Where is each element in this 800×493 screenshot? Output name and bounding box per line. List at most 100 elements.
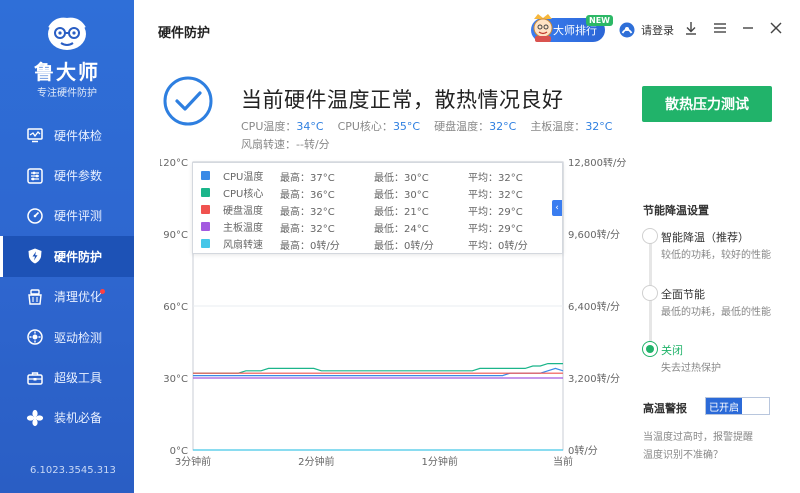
fan-speed-text: 风扇转速：--转/分 (241, 138, 330, 151)
speedometer-icon (26, 207, 44, 225)
sidebar-item-driver-check[interactable]: 驱动检测 (0, 317, 134, 357)
legend-avg: 平均：32°C (468, 190, 523, 201)
toolbox-icon (26, 369, 44, 387)
legend-avg: 平均：29°C (468, 224, 523, 235)
legend-max: 最高：0转/分 (280, 241, 340, 252)
status-temperatures: CPU温度：34°C CPU核心：35°C 硬盘温度：32°C 主板温度：32°C (241, 118, 627, 134)
new-badge: NEW (586, 15, 613, 26)
board-temp-label: 主板温度： (530, 120, 586, 133)
legend-name: 主板温度 (223, 223, 263, 234)
legend-min: 最低：24°C (374, 224, 429, 235)
login-button[interactable]: 请登录 (619, 22, 674, 38)
legend-name: 硬盘温度 (223, 206, 263, 217)
y-right-tick-label: 6,400转/分 (568, 300, 620, 313)
sidebar-item-label: 硬件参数 (54, 169, 103, 184)
legend-row: 风扇转速 (201, 235, 263, 252)
x-tick-label: 3分钟前 (175, 455, 211, 468)
legend-swatch (201, 239, 210, 248)
legend-row: 主板温度 (201, 218, 263, 235)
legend-swatch (201, 205, 210, 214)
sidebar-item-label: 超级工具 (54, 371, 103, 386)
x-tick-label: 1分钟前 (421, 455, 457, 468)
legend-avg: 平均：29°C (468, 207, 523, 218)
y-right-tick-label: 12,800转/分 (568, 158, 626, 169)
sidebar: 鲁大师 专注硬件防护 硬件体检 硬件参数 硬件评测 硬件防护 清理优化 驱动检测… (0, 0, 134, 493)
legend-row: CPU温度 (201, 167, 263, 184)
legend-max: 最高：37°C (280, 173, 335, 184)
chart-legend: CPU温度 最高：37°C 最低：30°C 平均：32°C CPU核心 最高：3… (192, 162, 563, 254)
sidebar-item-label: 硬件评测 (54, 209, 103, 224)
legend-avg: 平均：0转/分 (468, 241, 528, 252)
sidebar-item-hardware-check[interactable]: 硬件体检 (0, 115, 134, 155)
sidebar-item-cleanup[interactable]: 清理优化 (0, 277, 134, 317)
legend-collapse-button[interactable]: ‹ (552, 200, 562, 216)
login-label: 请登录 (641, 24, 674, 37)
toggle-on-label: 已开启 (706, 398, 742, 414)
legend-row: 硬盘温度 (201, 201, 263, 218)
notification-dot (100, 288, 105, 294)
radio-smart-cooling[interactable] (642, 228, 658, 244)
legend-name: CPU温度 (223, 172, 264, 183)
gear-circle-icon (26, 328, 44, 346)
legend-min: 最低：21°C (374, 207, 429, 218)
x-tick-label: 2分钟前 (298, 455, 334, 468)
y-right-tick-label: 9,600转/分 (568, 228, 620, 241)
page-title: 硬件防护 (158, 26, 211, 41)
option-label: 智能降温（推荐） (661, 231, 749, 244)
option-label: 全面节能 (661, 288, 705, 301)
sidebar-item-hardware-params[interactable]: 硬件参数 (0, 155, 134, 195)
option-desc: 较低的功耗，较好的性能 (661, 250, 771, 261)
download-icon[interactable] (683, 20, 699, 36)
close-icon[interactable] (768, 20, 784, 36)
high-temp-alert-title: 高温警报 (643, 402, 687, 415)
menu-icon[interactable] (712, 20, 728, 36)
monitor-icon (26, 126, 44, 144)
status-headline: 当前硬件温度正常，散热情况良好 (241, 88, 564, 112)
legend-swatch (201, 222, 210, 231)
y-left-tick-label: 30°C (163, 374, 188, 385)
sidebar-item-label: 硬件体检 (54, 128, 103, 143)
disk-temp-value: 32°C (489, 120, 517, 133)
option-desc: 失去过热保护 (661, 363, 721, 374)
sliders-icon (26, 167, 44, 185)
sidebar-item-hardware-protection[interactable]: 硬件防护 (0, 236, 134, 277)
legend-min: 最低：30°C (374, 173, 429, 184)
cpu-core-value: 35°C (392, 120, 421, 133)
radio-off[interactable] (642, 341, 658, 357)
brand-name: 鲁大师 (34, 60, 100, 84)
high-temp-alert-toggle[interactable]: 已开启 (705, 397, 770, 415)
version-label: 6.1023.3545.313 (30, 465, 116, 476)
stress-test-button[interactable]: 散热压力测试 (642, 86, 772, 122)
sidebar-item-label: 清理优化 (54, 290, 103, 305)
cpu-temp-label: CPU温度： (241, 120, 297, 133)
sidebar-item-super-tools[interactable]: 超级工具 (0, 357, 134, 397)
legend-max: 最高：36°C (280, 190, 335, 201)
broom-icon (26, 288, 44, 306)
sidebar-item-essentials[interactable]: 装机必备 (0, 398, 134, 438)
y-left-tick-label: 120°C (160, 158, 188, 169)
option-label: 关闭 (661, 344, 683, 357)
legend-avg: 平均：32°C (468, 173, 523, 184)
y-left-tick-label: 0°C (170, 446, 188, 457)
sidebar-item-hardware-benchmark[interactable]: 硬件评测 (0, 196, 134, 236)
y-right-tick-label: 0转/分 (568, 444, 598, 457)
user-avatar-icon (619, 22, 635, 38)
board-temp-value: 32°C (585, 120, 613, 133)
mascot-icon (48, 17, 86, 50)
shield-bolt-icon (26, 247, 44, 265)
mascot-avatar-icon (533, 14, 553, 42)
legend-min: 最低：0转/分 (374, 241, 434, 252)
sidebar-item-label: 硬件防护 (54, 249, 103, 264)
brand-logo: 鲁大师 专注硬件防护 (0, 10, 134, 99)
sidebar-nav: 硬件体检 硬件参数 硬件评测 硬件防护 清理优化 驱动检测 超级工具 装机必备 (0, 115, 134, 438)
cpu-temp-value: 34°C (296, 120, 324, 133)
fan-icon (26, 409, 44, 427)
alert-description: 当温度过高时，报警提醒 (643, 432, 753, 443)
legend-row: CPU核心 (201, 184, 263, 201)
x-tick-label: 当前 (553, 455, 573, 468)
cooling-settings-title: 节能降温设置 (643, 204, 709, 217)
minimize-icon[interactable] (740, 20, 756, 36)
legend-max: 最高：32°C (280, 224, 335, 235)
radio-full-power-saving[interactable] (642, 285, 658, 301)
temp-inaccurate-link[interactable]: 温度识别不准确？ (643, 446, 723, 461)
